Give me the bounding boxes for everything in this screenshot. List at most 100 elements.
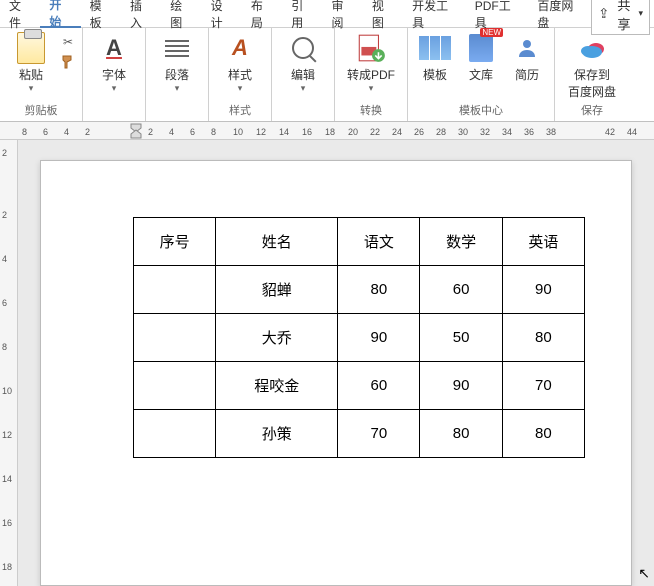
ruler-tick-label: 14 — [279, 127, 289, 137]
ruler-tick-label: 34 — [502, 127, 512, 137]
table-cell[interactable] — [134, 266, 216, 314]
table-header-row[interactable]: 序号姓名语文数学英语 — [134, 218, 585, 266]
paragraph-button[interactable]: 段落 ▾ — [152, 32, 202, 94]
format-painter-button[interactable] — [60, 54, 76, 70]
wenku-button[interactable]: NEW 文库 — [460, 32, 502, 83]
ruler-tick-label: 16 — [2, 518, 12, 528]
table-cell[interactable]: 70 — [338, 410, 420, 458]
ruler-tick-label: 42 — [605, 127, 615, 137]
table-header-cell[interactable]: 数学 — [420, 218, 502, 266]
ruler-tick-label: 2 — [2, 148, 7, 158]
ruler-tick-label: 2 — [2, 210, 7, 220]
styles-icon: A — [232, 35, 248, 61]
menu-视图[interactable]: 视图 — [363, 0, 403, 28]
workspace: 224681012141618 序号姓名语文数学英语 貂蝉806090大乔905… — [0, 140, 654, 586]
table-cell[interactable] — [134, 410, 216, 458]
ruler-tick-label: 2 — [148, 127, 153, 137]
indent-marker[interactable] — [130, 123, 142, 139]
table-body: 貂蝉806090大乔905080程咬金609070孙策708080 — [134, 266, 585, 458]
table-cell[interactable]: 60 — [338, 362, 420, 410]
table-header-cell[interactable]: 序号 — [134, 218, 216, 266]
table-cell[interactable]: 程咬金 — [216, 362, 338, 410]
table-cell[interactable]: 80 — [420, 410, 502, 458]
dropdown-icon: ▾ — [369, 83, 374, 94]
new-badge: NEW — [480, 28, 503, 37]
table-row[interactable]: 大乔905080 — [134, 314, 585, 362]
ruler-tick-label: 44 — [627, 127, 637, 137]
ruler-tick-label: 6 — [43, 127, 48, 137]
template-icon — [419, 36, 451, 60]
table-cell[interactable]: 50 — [420, 314, 502, 362]
ruler-tick-label: 18 — [2, 562, 12, 572]
menu-模板[interactable]: 模板 — [81, 0, 121, 28]
table-cell[interactable]: 70 — [502, 362, 584, 410]
table-cell[interactable]: 80 — [502, 410, 584, 458]
table-cell[interactable]: 80 — [502, 314, 584, 362]
table-row[interactable]: 程咬金609070 — [134, 362, 585, 410]
menu-插入[interactable]: 插入 — [121, 0, 161, 28]
font-icon: A — [106, 35, 122, 61]
ribbon-group-editing: 编辑 ▾ — [272, 28, 335, 121]
table-cell[interactable] — [134, 314, 216, 362]
ribbon-group-convert: 转成PDF ▾ 转换 — [335, 28, 408, 121]
ruler-tick-label: 6 — [190, 127, 195, 137]
vertical-ruler[interactable]: 224681012141618 — [0, 140, 18, 586]
save-to-cloud-button[interactable]: 保存到 百度网盘 — [561, 32, 623, 100]
clipboard-icon — [17, 32, 45, 64]
cut-button[interactable]: ✂ — [60, 34, 76, 50]
styles-button[interactable]: A 样式 ▾ — [215, 32, 265, 94]
person-icon — [511, 32, 543, 64]
paste-label: 粘贴 — [19, 66, 43, 83]
table-cell[interactable]: 80 — [338, 266, 420, 314]
ruler-tick-label: 4 — [64, 127, 69, 137]
menu-设计[interactable]: 设计 — [202, 0, 242, 28]
menu-文件[interactable]: 文件 — [0, 0, 40, 28]
ruler-tick-label: 14 — [2, 474, 12, 484]
horizontal-ruler[interactable]: 8642246810121416182022242628303234363842… — [0, 122, 654, 140]
save-group-label: 保存 — [555, 100, 629, 121]
table-header-cell[interactable]: 姓名 — [216, 218, 338, 266]
table-cell[interactable]: 孙策 — [216, 410, 338, 458]
ruler-tick-label: 8 — [2, 342, 7, 352]
table-row[interactable]: 貂蝉806090 — [134, 266, 585, 314]
table-cell[interactable] — [134, 362, 216, 410]
page-area[interactable]: 序号姓名语文数学英语 貂蝉806090大乔905080程咬金609070孙策70… — [18, 140, 654, 586]
ruler-tick-label: 22 — [370, 127, 380, 137]
document-page[interactable]: 序号姓名语文数学英语 貂蝉806090大乔905080程咬金609070孙策70… — [40, 160, 632, 586]
ruler-tick-label: 6 — [2, 298, 7, 308]
resume-button[interactable]: 简历 — [506, 32, 548, 83]
menu-审阅[interactable]: 审阅 — [323, 0, 363, 28]
ruler-tick-label: 18 — [325, 127, 335, 137]
font-button[interactable]: A 字体 ▾ — [89, 32, 139, 94]
table-cell[interactable]: 90 — [420, 362, 502, 410]
menu-百度网盘[interactable]: 百度网盘 — [528, 0, 591, 28]
share-icon: ⇪ — [598, 6, 609, 22]
menu-绘图[interactable]: 绘图 — [161, 0, 201, 28]
template-button[interactable]: 模板 — [414, 32, 456, 83]
ruler-tick-label: 20 — [348, 127, 358, 137]
ruler-tick-label: 12 — [256, 127, 266, 137]
editing-button[interactable]: 编辑 ▾ — [278, 32, 328, 94]
ruler-tick-label: 8 — [211, 127, 216, 137]
data-table[interactable]: 序号姓名语文数学英语 貂蝉806090大乔905080程咬金609070孙策70… — [133, 217, 585, 458]
table-cell[interactable]: 90 — [338, 314, 420, 362]
table-row[interactable]: 孙策708080 — [134, 410, 585, 458]
ruler-tick-label: 28 — [436, 127, 446, 137]
ruler-tick-label: 24 — [392, 127, 402, 137]
table-header-cell[interactable]: 英语 — [502, 218, 584, 266]
convert-pdf-button[interactable]: 转成PDF ▾ — [341, 32, 401, 94]
menu-开发工具[interactable]: 开发工具 — [403, 0, 466, 28]
table-cell[interactable]: 貂蝉 — [216, 266, 338, 314]
menu-开始[interactable]: 开始 — [40, 0, 80, 28]
ruler-tick-label: 32 — [480, 127, 490, 137]
menu-布局[interactable]: 布局 — [242, 0, 282, 28]
table-cell[interactable]: 60 — [420, 266, 502, 314]
table-header-cell[interactable]: 语文 — [338, 218, 420, 266]
table-cell[interactable]: 大乔 — [216, 314, 338, 362]
menu-PDF工具[interactable]: PDF工具 — [466, 0, 529, 28]
paste-button[interactable]: 粘贴 ▾ — [6, 32, 56, 94]
menu-引用[interactable]: 引用 — [282, 0, 322, 28]
ribbon-group-save: 保存到 百度网盘 保存 — [555, 28, 629, 121]
dropdown-icon: ▾ — [112, 83, 117, 94]
table-cell[interactable]: 90 — [502, 266, 584, 314]
